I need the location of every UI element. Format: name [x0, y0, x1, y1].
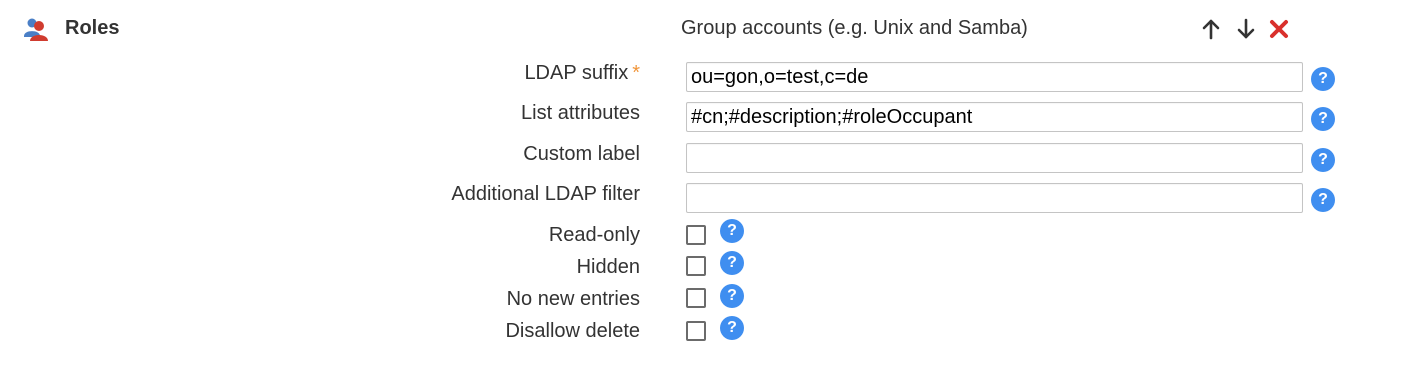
- custom-label-help-icon[interactable]: ?: [1311, 148, 1335, 172]
- arrow-up-icon: [1202, 19, 1220, 40]
- close-icon: [1270, 20, 1288, 38]
- read-only-label: Read-only: [548, 224, 640, 246]
- no-new-entries-help-icon[interactable]: ?: [720, 284, 744, 308]
- module-title: Roles: [65, 17, 120, 39]
- hidden-label: Hidden: [576, 256, 640, 278]
- list-attributes-label: List attributes: [521, 102, 640, 124]
- read-only-help-icon[interactable]: ?: [720, 219, 744, 243]
- hidden-checkbox[interactable]: [686, 256, 706, 276]
- move-up-button[interactable]: [1198, 16, 1224, 42]
- list-attributes-input[interactable]: [686, 102, 1303, 132]
- no-new-entries-label: No new entries: [506, 288, 640, 310]
- additional-filter-label: Additional LDAP filter: [451, 183, 640, 205]
- remove-button[interactable]: [1266, 16, 1292, 42]
- additional-filter-help-icon[interactable]: ?: [1311, 188, 1335, 212]
- ldap-suffix-label: LDAP suffix *: [524, 61, 640, 85]
- no-new-entries-checkbox[interactable]: [686, 288, 706, 308]
- ldap-suffix-help-icon[interactable]: ?: [1311, 67, 1335, 91]
- disallow-delete-help-icon[interactable]: ?: [720, 316, 744, 340]
- move-down-button[interactable]: [1233, 16, 1259, 42]
- ldap-suffix-input[interactable]: [686, 62, 1303, 92]
- ldap-suffix-label-text: LDAP suffix: [524, 62, 629, 84]
- additional-filter-input[interactable]: [686, 183, 1303, 213]
- custom-label-input[interactable]: [686, 143, 1303, 173]
- read-only-checkbox[interactable]: [686, 225, 706, 245]
- list-attributes-help-icon[interactable]: ?: [1311, 107, 1335, 131]
- group-title: Group accounts (e.g. Unix and Samba): [681, 17, 1028, 39]
- custom-label-label: Custom label: [523, 143, 640, 165]
- arrow-down-icon: [1237, 18, 1255, 39]
- roles-icon: [22, 16, 50, 42]
- required-marker: *: [632, 62, 640, 84]
- hidden-help-icon[interactable]: ?: [720, 251, 744, 275]
- disallow-delete-checkbox[interactable]: [686, 321, 706, 341]
- disallow-delete-label: Disallow delete: [505, 320, 640, 342]
